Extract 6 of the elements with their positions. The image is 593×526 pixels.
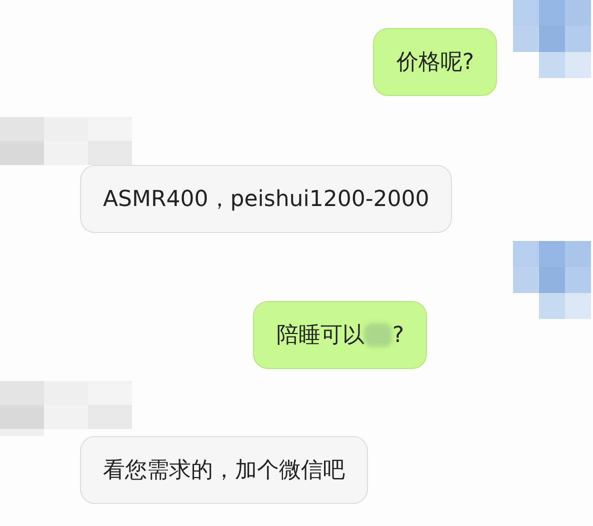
message-text: ASMR400，peishui1200-2000	[103, 186, 430, 214]
message-text: ?	[392, 322, 404, 348]
message-text: 价格呢?	[396, 49, 474, 77]
message-text: 陪睡可以	[276, 322, 364, 350]
blurred-patch-icon	[364, 323, 392, 347]
message-text: 看您需求的，加个微信吧	[103, 457, 345, 485]
